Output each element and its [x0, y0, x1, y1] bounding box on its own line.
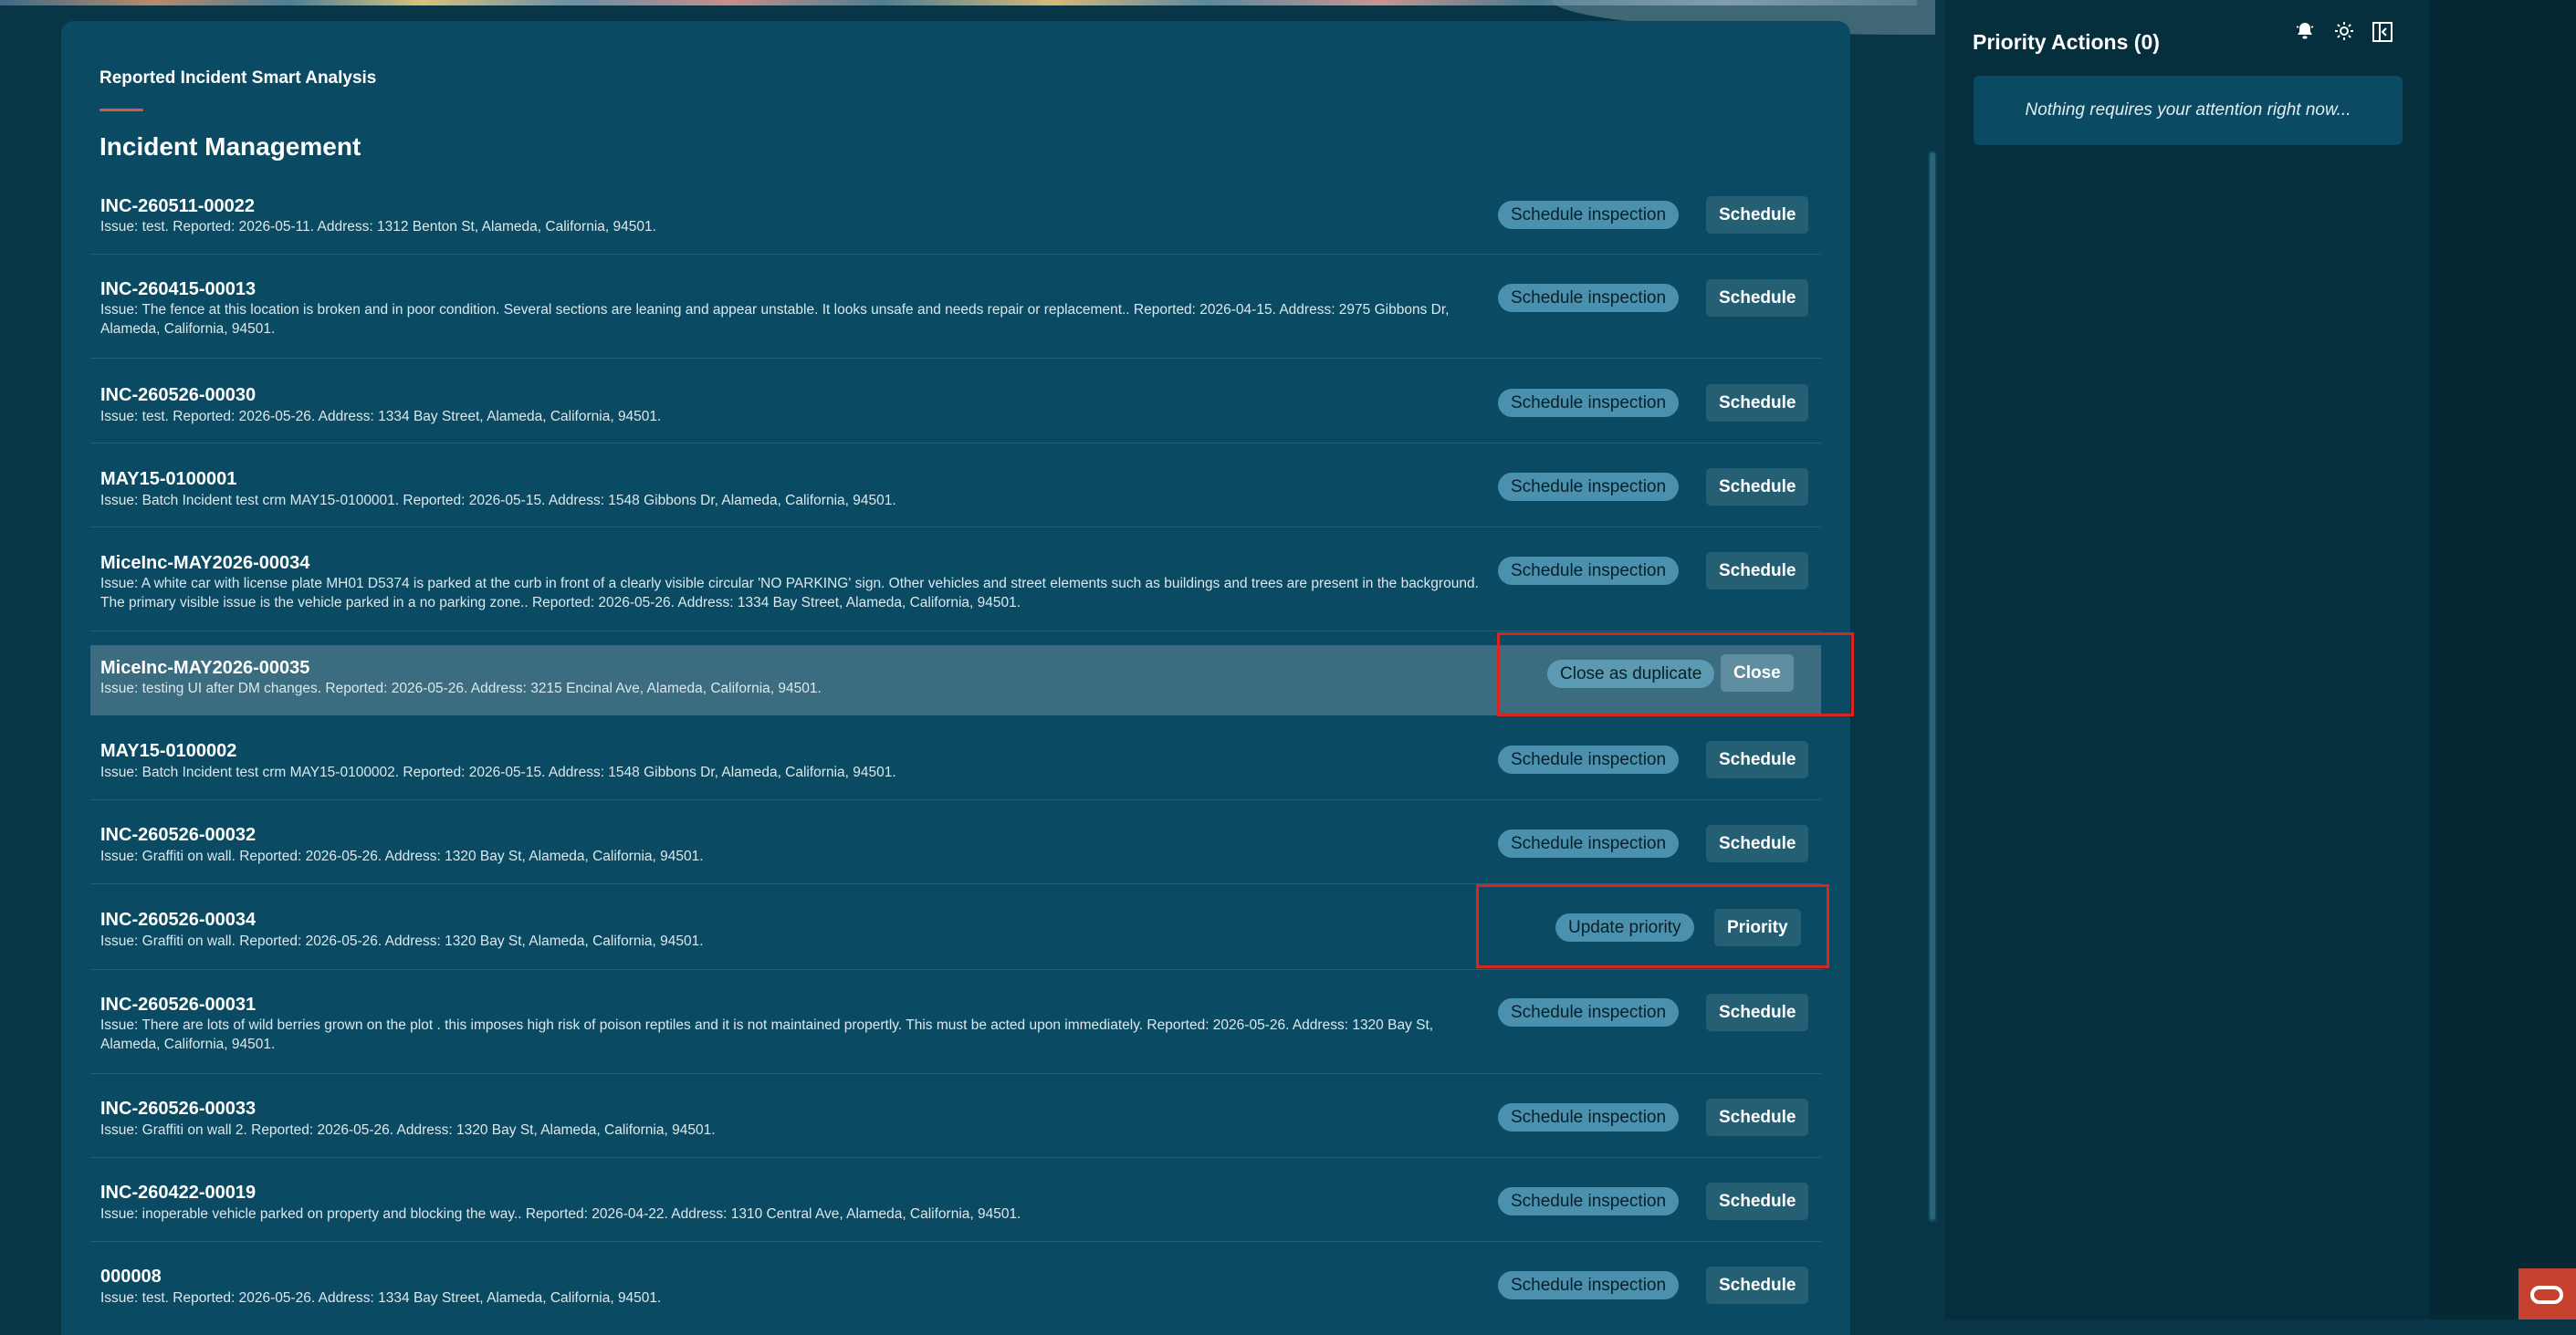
schedule-button[interactable]: Schedule — [1706, 196, 1809, 234]
schedule-button[interactable]: Schedule — [1706, 741, 1809, 778]
schedule-inspection-button[interactable]: Schedule inspection — [1498, 1187, 1680, 1215]
incident-row[interactable]: INC-260511-00022 Issue: test. Reported: … — [90, 183, 1821, 255]
incident-issue: Issue: There are lots of wild berries gr… — [100, 1017, 1434, 1052]
notification-icon[interactable] — [2292, 20, 2318, 46]
incident-row[interactable]: INC-260415-00013 Issue: The fence at thi… — [90, 255, 1821, 359]
incident-id: INC-260526-00031 — [100, 995, 257, 1015]
breadcrumb-underline — [99, 109, 143, 111]
incident-id: 000008 — [100, 1267, 162, 1287]
schedule-inspection-button[interactable]: Schedule inspection — [1498, 473, 1680, 501]
incident-issue: Issue: test. Reported: 2026-05-26. Addre… — [100, 1290, 662, 1306]
incident-row[interactable]: INC-260526-00033 Issue: Graffiti on wall… — [90, 1074, 1821, 1158]
incident-id: MAY15-0100002 — [100, 741, 237, 761]
incident-issue: Issue: Batch Incident test crm MAY15-010… — [100, 765, 896, 780]
schedule-inspection-button[interactable]: Schedule inspection — [1498, 284, 1680, 312]
incident-id: INC-260526-00032 — [100, 825, 257, 845]
background-margin — [2429, 0, 2576, 1319]
incident-id: INC-260526-00034 — [100, 910, 257, 930]
incident-id: INC-260526-00033 — [100, 1099, 257, 1119]
empty-state-message: Nothing requires your attention right no… — [2025, 100, 2351, 120]
incident-row[interactable]: MAY15-0100001 Issue: Batch Incident test… — [90, 443, 1821, 527]
incident-id: INC-260422-00019 — [100, 1183, 257, 1203]
highlight-close-actions — [1497, 632, 1854, 716]
schedule-button[interactable]: Schedule — [1706, 552, 1809, 589]
schedule-inspection-button[interactable]: Schedule inspection — [1498, 1271, 1680, 1299]
incident-issue: Issue: Graffiti on wall. Reported: 2026-… — [100, 933, 704, 949]
oracle-ring-icon — [2530, 1286, 2563, 1304]
incident-issue: Issue: The fence at this location is bro… — [100, 302, 1450, 337]
schedule-button[interactable]: Schedule — [1706, 1183, 1809, 1220]
schedule-button[interactable]: Schedule — [1706, 1267, 1809, 1304]
incident-issue: Issue: testing UI after DM changes. Repo… — [100, 681, 822, 696]
priority-actions-panel: Priority Actions (0) Nothing requires yo… — [1945, 0, 2429, 1319]
schedule-button[interactable]: Schedule — [1706, 994, 1809, 1031]
incident-issue: Issue: Batch Incident test crm MAY15-010… — [100, 493, 896, 508]
incident-row[interactable]: MiceInc-MAY2026-00034 Issue: A white car… — [90, 527, 1821, 631]
incident-row[interactable]: INC-260422-00019 Issue: inoperable vehic… — [90, 1158, 1821, 1242]
incident-id: INC-260415-00013 — [100, 279, 257, 299]
highlight-priority-actions — [1476, 884, 1829, 968]
incident-issue: Issue: Graffiti on wall. Reported: 2026-… — [100, 849, 704, 864]
incident-issue: Issue: Graffiti on wall 2. Reported: 202… — [100, 1122, 716, 1138]
incident-id: MAY15-0100001 — [100, 469, 237, 489]
incident-issue: Issue: A white car with license plate MH… — [100, 576, 1479, 610]
incident-id: INC-260526-00030 — [100, 385, 257, 405]
incident-id: MiceInc-MAY2026-00035 — [100, 658, 310, 678]
schedule-button[interactable]: Schedule — [1706, 279, 1809, 317]
schedule-button[interactable]: Schedule — [1706, 384, 1809, 422]
incident-row[interactable]: 000008 Issue: test. Reported: 2026-05-26… — [90, 1242, 1821, 1319]
schedule-inspection-button[interactable]: Schedule inspection — [1498, 557, 1680, 585]
schedule-button[interactable]: Schedule — [1706, 1099, 1809, 1136]
brightness-icon[interactable] — [2331, 20, 2357, 46]
schedule-inspection-button[interactable]: Schedule inspection — [1498, 201, 1680, 229]
incident-row[interactable]: INC-260526-00030 Issue: test. Reported: … — [90, 359, 1821, 443]
schedule-inspection-button[interactable]: Schedule inspection — [1498, 829, 1680, 858]
incident-row[interactable]: INC-260526-00032 Issue: Graffiti on wall… — [90, 800, 1821, 884]
schedule-inspection-button[interactable]: Schedule inspection — [1498, 1103, 1680, 1132]
priority-actions-title: Priority Actions (0) — [1973, 30, 2160, 54]
schedule-button[interactable]: Schedule — [1706, 825, 1809, 862]
incident-issue: Issue: test. Reported: 2026-05-26. Addre… — [100, 409, 662, 424]
breadcrumb[interactable]: Reported Incident Smart Analysis — [99, 68, 376, 89]
incident-row[interactable]: MAY15-0100002 Issue: Batch Incident test… — [90, 716, 1821, 800]
incident-issue: Issue: test. Reported: 2026-05-11. Addre… — [100, 219, 656, 235]
incident-id: MiceInc-MAY2026-00034 — [100, 553, 310, 573]
schedule-inspection-button[interactable]: Schedule inspection — [1498, 389, 1680, 417]
oracle-logo-icon[interactable] — [2518, 1268, 2576, 1319]
incident-id: INC-260511-00022 — [100, 196, 256, 216]
collapse-panel-icon[interactable] — [2370, 20, 2395, 46]
page-title: Incident Management — [99, 132, 361, 161]
schedule-inspection-button[interactable]: Schedule inspection — [1498, 998, 1680, 1027]
incident-issue: Issue: inoperable vehicle parked on prop… — [100, 1206, 1021, 1222]
schedule-inspection-button[interactable]: Schedule inspection — [1498, 746, 1680, 774]
empty-state-card: Nothing requires your attention right no… — [1974, 76, 2403, 145]
scrollbar-thumb[interactable] — [1930, 152, 1935, 1220]
schedule-button[interactable]: Schedule — [1706, 468, 1809, 506]
incident-row[interactable]: INC-260526-00031 Issue: There are lots o… — [90, 970, 1821, 1074]
